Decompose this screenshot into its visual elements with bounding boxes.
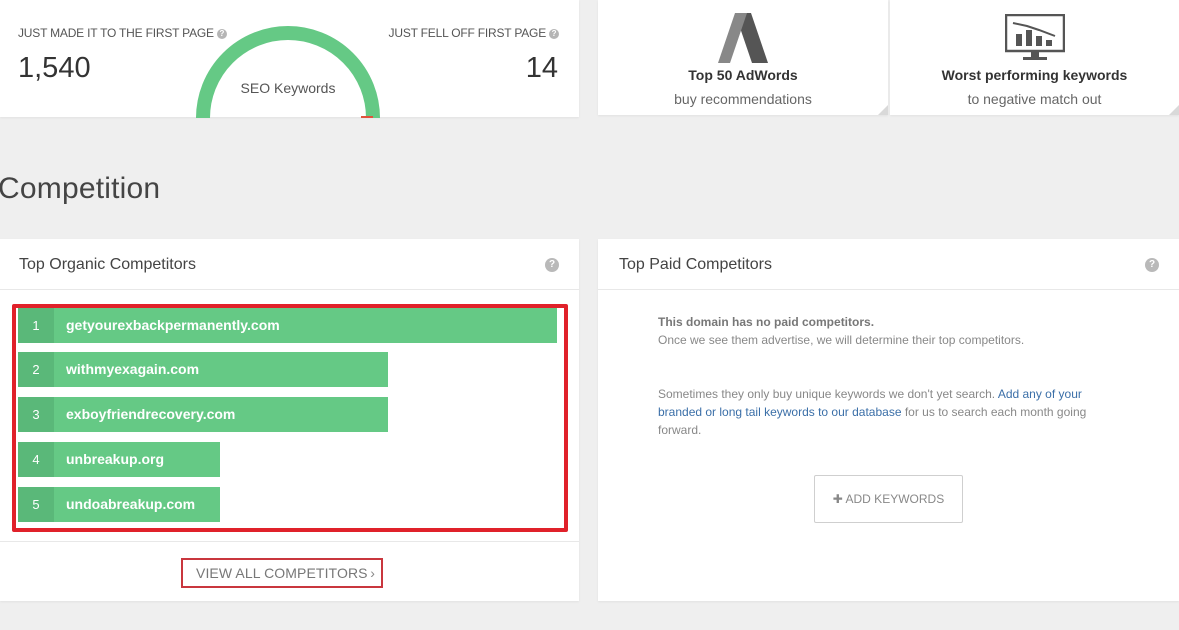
competitor-row[interactable]: 4 unbreakup.org (18, 442, 220, 477)
help-icon[interactable]: ? (545, 258, 559, 272)
promo-title: Top 50 AdWords (688, 67, 798, 83)
competitor-domain: withmyexagain.com (66, 361, 200, 377)
gauge-label: SEO Keywords (240, 80, 336, 96)
seo-keywords-card: JUST MADE IT TO THE FIRST PAGE? 1,540 JU… (0, 0, 579, 118)
help-icon[interactable]: ? (1145, 258, 1159, 272)
declining-chart-monitor-icon (1005, 14, 1065, 60)
competitor-domain: getyourexbackpermanently.com (66, 317, 280, 333)
competitor-row[interactable]: 3 exboyfriendrecovery.com (18, 397, 388, 432)
card-title: Top Paid Competitors (619, 256, 772, 273)
made-first-page-count: 1,540 (18, 52, 91, 84)
competitor-rank: 4 (18, 442, 54, 477)
section-title: Competition (0, 172, 161, 205)
top-adwords-card[interactable]: Top 50 AdWords buy recommendations (598, 0, 888, 115)
competitor-rank: 2 (18, 352, 54, 387)
plus-icon: ✚ (832, 492, 843, 506)
competitor-row[interactable]: 5 undoabreakup.com (18, 487, 220, 522)
no-paid-message: This domain has no paid competitors. Onc… (658, 315, 1025, 347)
promo-title: Worst performing keywords (941, 67, 1128, 83)
competitor-domain: undoabreakup.com (66, 496, 196, 512)
competitor-row[interactable]: 1 getyourexbackpermanently.com (18, 308, 557, 343)
worst-keywords-card[interactable]: Worst performing keywords to negative ma… (890, 0, 1179, 115)
competitor-rank: 5 (18, 487, 54, 522)
competitor-rank: 1 (18, 308, 54, 343)
competitor-row[interactable]: 2 withmyexagain.com (18, 352, 388, 387)
gauge-green-arc (196, 26, 380, 118)
help-icon[interactable]: ? (549, 29, 559, 39)
chevron-right-icon: › (370, 565, 375, 581)
card-corner (878, 105, 888, 115)
seo-gauge (196, 26, 380, 118)
competitor-domain: exboyfriendrecovery.com (66, 406, 236, 422)
card-title: Top Organic Competitors (19, 256, 196, 273)
card-footer: VIEW ALL COMPETITORS › (0, 541, 579, 601)
promo-subtitle: buy recommendations (674, 91, 812, 107)
view-all-competitors-button[interactable]: VIEW ALL COMPETITORS › (181, 558, 383, 588)
card-corner (1169, 105, 1179, 115)
organic-competitors-card: Top Organic Competitors ? 1 getyourexbac… (0, 239, 579, 601)
adwords-icon (718, 13, 768, 63)
add-keywords-hint: Sometimes they only buy unique keywords … (658, 387, 1087, 437)
paid-competitors-card: Top Paid Competitors ? This domain has n… (598, 239, 1179, 601)
fell-off-count: 14 (525, 52, 558, 84)
card-header: Top Paid Competitors ? (598, 239, 1179, 290)
competitor-rank: 3 (18, 397, 54, 432)
fell-off-label: JUST FELL OFF FIRST PAGE? (389, 26, 559, 40)
card-header: Top Organic Competitors ? (0, 239, 579, 290)
promo-subtitle: to negative match out (967, 91, 1102, 107)
competitor-domain: unbreakup.org (66, 451, 165, 467)
add-keywords-button[interactable]: ✚ ADD KEYWORDS (814, 475, 963, 523)
